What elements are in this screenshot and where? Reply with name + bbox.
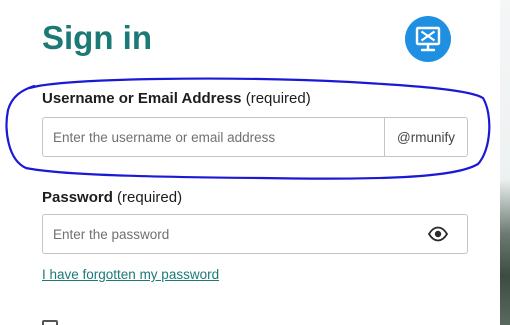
show-password-button[interactable] xyxy=(427,224,449,244)
username-label: Username or Email Address (required) xyxy=(42,90,311,107)
password-required-note: (required) xyxy=(117,189,183,206)
sign-in-page: Sign in Username or Email Address (requi… xyxy=(0,0,510,325)
page-title: Sign in xyxy=(42,19,152,56)
eye-icon xyxy=(427,226,449,242)
password-label-text: Password xyxy=(42,189,113,206)
remember-checkbox[interactable] xyxy=(42,320,58,325)
monitor-tools-icon xyxy=(405,16,451,62)
forgot-password-link[interactable]: I have forgotten my password xyxy=(42,267,219,282)
password-input-group xyxy=(42,214,468,254)
username-required-note: (required) xyxy=(245,90,311,107)
username-label-text: Username or Email Address xyxy=(42,90,242,107)
password-label: Password (required) xyxy=(42,189,182,206)
domain-suffix: @rmunify xyxy=(384,118,467,156)
background-photo-edge xyxy=(500,0,510,325)
username-input[interactable] xyxy=(43,118,385,156)
username-input-group: @rmunify xyxy=(42,117,468,157)
password-input[interactable] xyxy=(43,215,413,253)
